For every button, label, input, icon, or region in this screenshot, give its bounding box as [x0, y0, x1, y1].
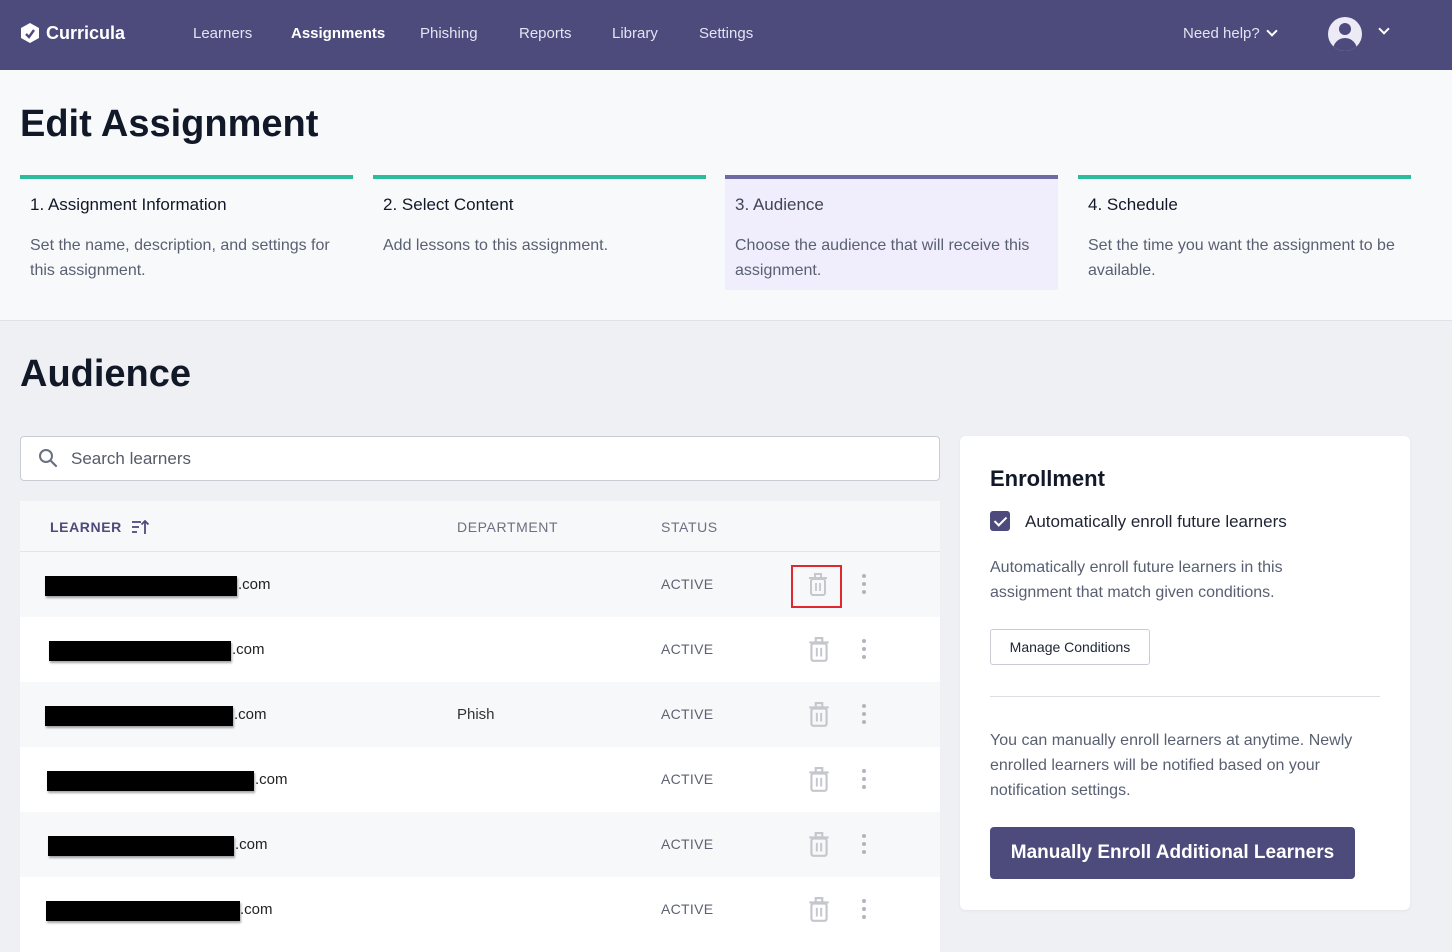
table-row: .com Phish ACTIVE: [20, 682, 940, 747]
trash-icon[interactable]: [807, 637, 831, 663]
table-row: .com ACTIVE: [20, 877, 940, 942]
trash-icon[interactable]: [807, 702, 831, 728]
step-description: Set the name, description, and settings …: [30, 237, 330, 279]
remove-learner-button[interactable]: [791, 565, 842, 608]
email-suffix: .com: [234, 706, 267, 723]
section-title: Audience: [20, 353, 192, 395]
nav-library[interactable]: Library: [612, 25, 658, 42]
row-actions-menu[interactable]: [861, 769, 867, 791]
trash-icon[interactable]: [807, 767, 831, 793]
user-avatar[interactable]: [1328, 17, 1362, 51]
status-cell: ACTIVE: [661, 576, 714, 592]
help-menu[interactable]: Need help?: [1183, 25, 1278, 42]
auto-enroll-checkbox[interactable]: [990, 511, 1010, 531]
trash-icon: [809, 573, 827, 596]
row-actions-menu[interactable]: [861, 639, 867, 661]
status-cell: ACTIVE: [661, 771, 714, 787]
step-schedule[interactable]: 4. Schedule Set the time you want the as…: [1078, 175, 1411, 290]
enrollment-title: Enrollment: [990, 466, 1105, 491]
step-assignment-information[interactable]: 1. Assignment Information Set the name, …: [20, 175, 353, 290]
table-row: .com ACTIVE: [20, 747, 940, 812]
nav-reports[interactable]: Reports: [519, 25, 572, 42]
row-actions-menu[interactable]: [861, 834, 867, 856]
redacted-email: [47, 771, 254, 791]
enrollment-card: Enrollment Automatically enroll future l…: [960, 436, 1410, 910]
brand-logo[interactable]: Curricula: [20, 22, 125, 44]
top-nav: Curricula Learners Assignments Phishing …: [0, 0, 1452, 70]
trash-icon[interactable]: [807, 897, 831, 923]
step-title: 1. Assignment Information: [30, 195, 227, 214]
step-description: Add lessons to this assignment.: [383, 237, 609, 254]
brand-name: Curricula: [46, 22, 126, 43]
manual-enroll-description: You can manually enroll learners at anyt…: [990, 732, 1353, 799]
redacted-email: [45, 706, 233, 726]
email-suffix: .com: [255, 771, 288, 788]
column-label: LEARNER: [50, 519, 122, 535]
step-select-content[interactable]: 2. Select Content Add lessons to this as…: [373, 175, 706, 290]
email-suffix: .com: [235, 836, 268, 853]
assignment-header: Edit Assignment 1. Assignment Informatio…: [0, 70, 1452, 321]
column-header-status[interactable]: STATUS: [661, 519, 718, 535]
redacted-email: [46, 901, 240, 921]
email-suffix: .com: [232, 641, 265, 658]
curricula-logo-icon: [21, 23, 39, 43]
search-icon: [39, 449, 58, 468]
table-row: .com ACTIVE: [20, 812, 940, 877]
email-suffix: .com: [238, 576, 271, 593]
auto-enroll-description: Automatically enroll future learners in …: [990, 559, 1283, 601]
step-audience[interactable]: 3. Audience Choose the audience that wil…: [725, 175, 1058, 290]
column-header-learner[interactable]: LEARNER: [50, 519, 149, 535]
step-title: 2. Select Content: [383, 195, 514, 214]
chevron-down-icon: [1266, 25, 1278, 37]
table-row: .com ACTIVE: [20, 617, 940, 682]
row-actions-menu[interactable]: [861, 574, 867, 596]
manually-enroll-button[interactable]: Manually Enroll Additional Learners: [990, 827, 1355, 879]
auto-enroll-label[interactable]: Automatically enroll future learners: [1025, 512, 1287, 532]
step-description: Set the time you want the assignment to …: [1088, 237, 1395, 279]
trash-icon[interactable]: [807, 832, 831, 858]
department-cell: Phish: [457, 706, 495, 723]
help-label: Need help?: [1183, 25, 1260, 42]
table-header: LEARNER DEPARTMENT STATUS: [20, 501, 940, 552]
nav-phishing[interactable]: Phishing: [420, 25, 478, 42]
status-cell: ACTIVE: [661, 836, 714, 852]
status-cell: ACTIVE: [661, 706, 714, 722]
search-box: [20, 436, 940, 481]
redacted-email: [45, 576, 237, 596]
search-input[interactable]: [71, 445, 921, 473]
divider: [990, 696, 1380, 697]
status-cell: ACTIVE: [661, 901, 714, 917]
nav-settings[interactable]: Settings: [699, 25, 753, 42]
email-suffix: .com: [240, 901, 273, 918]
nav-learners[interactable]: Learners: [193, 25, 252, 42]
page-title: Edit Assignment: [20, 103, 319, 145]
row-actions-menu[interactable]: [861, 899, 867, 921]
status-cell: ACTIVE: [661, 641, 714, 657]
account-chevron-down-icon[interactable]: [1378, 23, 1390, 35]
sort-ascending-icon: [131, 520, 149, 534]
step-title: 3. Audience: [735, 195, 824, 214]
redacted-email: [49, 641, 231, 661]
redacted-email: [48, 836, 234, 856]
step-description: Choose the audience that will receive th…: [735, 237, 1030, 279]
nav-assignments[interactable]: Assignments: [291, 25, 385, 42]
column-header-department[interactable]: DEPARTMENT: [457, 519, 558, 535]
step-title: 4. Schedule: [1088, 195, 1178, 214]
learners-table: LEARNER DEPARTMENT STATUS .com ACTIVE .c…: [20, 501, 940, 952]
avatar-body: [1333, 38, 1357, 51]
row-actions-menu[interactable]: [861, 704, 867, 726]
avatar-head: [1339, 23, 1351, 35]
table-row: .com ACTIVE: [20, 552, 940, 617]
manage-conditions-button[interactable]: Manage Conditions: [990, 629, 1150, 665]
